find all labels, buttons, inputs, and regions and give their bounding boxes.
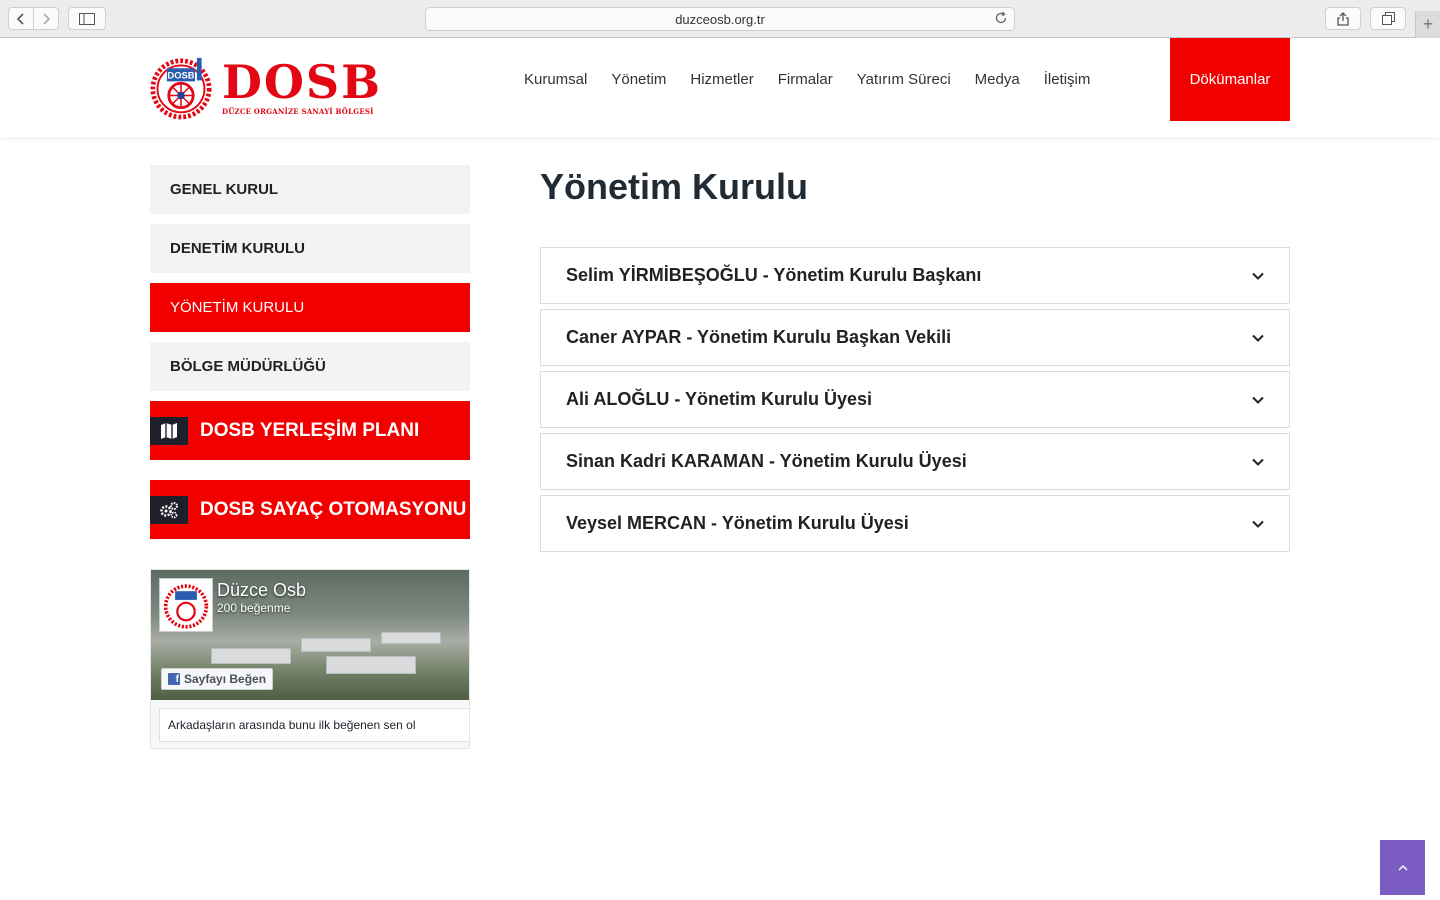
board-members-accordion: Selim YİRMİBEŞOĞLU - Yönetim Kurulu Başk… [540,247,1290,557]
nav-item-yatirim-sureci[interactable]: Yatırım Süreci [857,71,951,88]
accordion-item-label: Selim YİRMİBEŞOĞLU - Yönetim Kurulu Başk… [566,265,982,285]
address-bar[interactable]: duzceosb.org.tr [425,7,1015,31]
sidebar-icon [79,12,95,25]
site-header: DOSB DOSB DÜZCE ORGANİZE SANAYİ BÖLGESİ … [0,38,1440,137]
documents-button[interactable]: Dökümanlar [1170,38,1290,121]
nav-item-iletisim[interactable]: İletişim [1044,71,1091,88]
logo-wordmark: DOSB [221,54,382,109]
facebook-like-label: Sayfayı Beğen [184,672,267,686]
chevron-down-icon [1251,517,1265,531]
back-button[interactable] [8,7,34,30]
facebook-icon: f [168,673,180,685]
accordion-item-label: Veysel MERCAN - Yönetim Kurulu Üyesi [566,513,909,533]
sidebar-item-genel-kurul[interactable]: GENEL KURUL [150,165,470,214]
site-logo[interactable]: DOSB DOSB DÜZCE ORGANİZE SANAYİ BÖLGESİ [150,52,382,122]
facebook-friends-text: Arkadaşların arasında bunu ilk beğenen s… [159,708,469,742]
new-tab-button[interactable]: + [1415,11,1440,38]
sidebar-item-label: DENETİM KURULU [170,240,305,257]
sidebar-item-yonetim-kurulu[interactable]: YÖNETİM KURULU [150,283,470,332]
share-button[interactable] [1325,7,1361,30]
chevron-up-icon [1398,864,1407,870]
sidebar-item-denetim-kurulu[interactable]: DENETİM KURULU [150,224,470,273]
chevron-down-icon [1251,331,1265,345]
tab-overview-button[interactable] [1370,7,1406,30]
chevron-down-icon [1251,455,1265,469]
sidebar-item-label: YÖNETİM KURULU [170,299,305,316]
facebook-like-button[interactable]: f Sayfayı Beğen [161,668,274,690]
forward-button[interactable] [33,7,59,30]
facebook-page-widget: Düzce Osb 200 beğenme f Sayfayı Beğen Ar… [150,569,470,749]
settlement-plan-button[interactable]: DOSB YERLEŞİM PLANI [150,401,470,460]
accordion-item[interactable]: Selim YİRMİBEŞOĞLU - Yönetim Kurulu Başk… [540,247,1290,304]
accordion-item[interactable]: Sinan Kadri KARAMAN - Yönetim Kurulu Üye… [540,433,1290,490]
map-icon [150,416,188,445]
nav-item-medya[interactable]: Medya [975,71,1020,88]
nav-item-kurumsal[interactable]: Kurumsal [524,71,587,88]
page-title: Yönetim Kurulu [540,166,808,207]
nav-item-yonetim[interactable]: Yönetim [611,71,666,88]
svg-text:DOSB: DOSB [167,71,194,81]
gears-icon [150,495,188,524]
accordion-item-label: Caner AYPAR - Yönetim Kurulu Başkan Veki… [566,327,952,347]
chevron-left-icon [16,12,24,25]
reload-icon[interactable] [994,11,1008,28]
url-text: duzceosb.org.tr [675,11,765,27]
meter-automation-button[interactable]: DOSB SAYAÇ OTOMASYONU [150,480,470,539]
facebook-like-count: 200 beğenme [217,601,291,615]
gear-logo-icon: DOSB [150,57,212,120]
promo-label: DOSB SAYAÇ OTOMASYONU [200,498,467,520]
facebook-page-avatar[interactable] [159,578,213,632]
chevron-down-icon [1251,393,1265,407]
sidebar-toggle-button[interactable] [68,7,106,30]
nav-item-firmalar[interactable]: Firmalar [778,71,833,88]
accordion-item-label: Ali ALOĞLU - Yönetim Kurulu Üyesi [566,389,873,409]
accordion-item-label: Sinan Kadri KARAMAN - Yönetim Kurulu Üye… [566,451,967,471]
chevron-down-icon [1251,269,1265,283]
facebook-page-name[interactable]: Düzce Osb [217,580,306,601]
promo-label: DOSB YERLEŞİM PLANI [200,419,420,441]
accordion-item[interactable]: Caner AYPAR - Yönetim Kurulu Başkan Veki… [540,309,1290,366]
sidebar-item-bolge-mudurlugu[interactable]: BÖLGE MÜDÜRLÜĞÜ [150,342,470,391]
main-nav: Kurumsal Yönetim Hizmetler Firmalar Yatı… [512,38,1102,120]
tabs-icon [1381,12,1395,25]
facebook-cover-image[interactable]: Düzce Osb 200 beğenme f Sayfayı Beğen [151,570,469,700]
chevron-right-icon [43,12,51,25]
share-icon [1337,11,1349,26]
scroll-to-top-button[interactable] [1380,840,1425,895]
browser-toolbar: duzceosb.org.tr + [0,0,1440,38]
sidebar-item-label: BÖLGE MÜDÜRLÜĞÜ [170,358,326,375]
plus-icon: + [1422,14,1434,34]
sidebar: GENEL KURUL DENETİM KURULU YÖNETİM KURUL… [150,165,470,559]
accordion-item[interactable]: Veysel MERCAN - Yönetim Kurulu Üyesi [540,495,1290,552]
sidebar-item-label: GENEL KURUL [170,181,279,198]
nav-item-hizmetler[interactable]: Hizmetler [690,71,753,88]
accordion-item[interactable]: Ali ALOĞLU - Yönetim Kurulu Üyesi [540,371,1290,428]
logo-subtitle: DÜZCE ORGANİZE SANAYİ BÖLGESİ [221,106,374,116]
